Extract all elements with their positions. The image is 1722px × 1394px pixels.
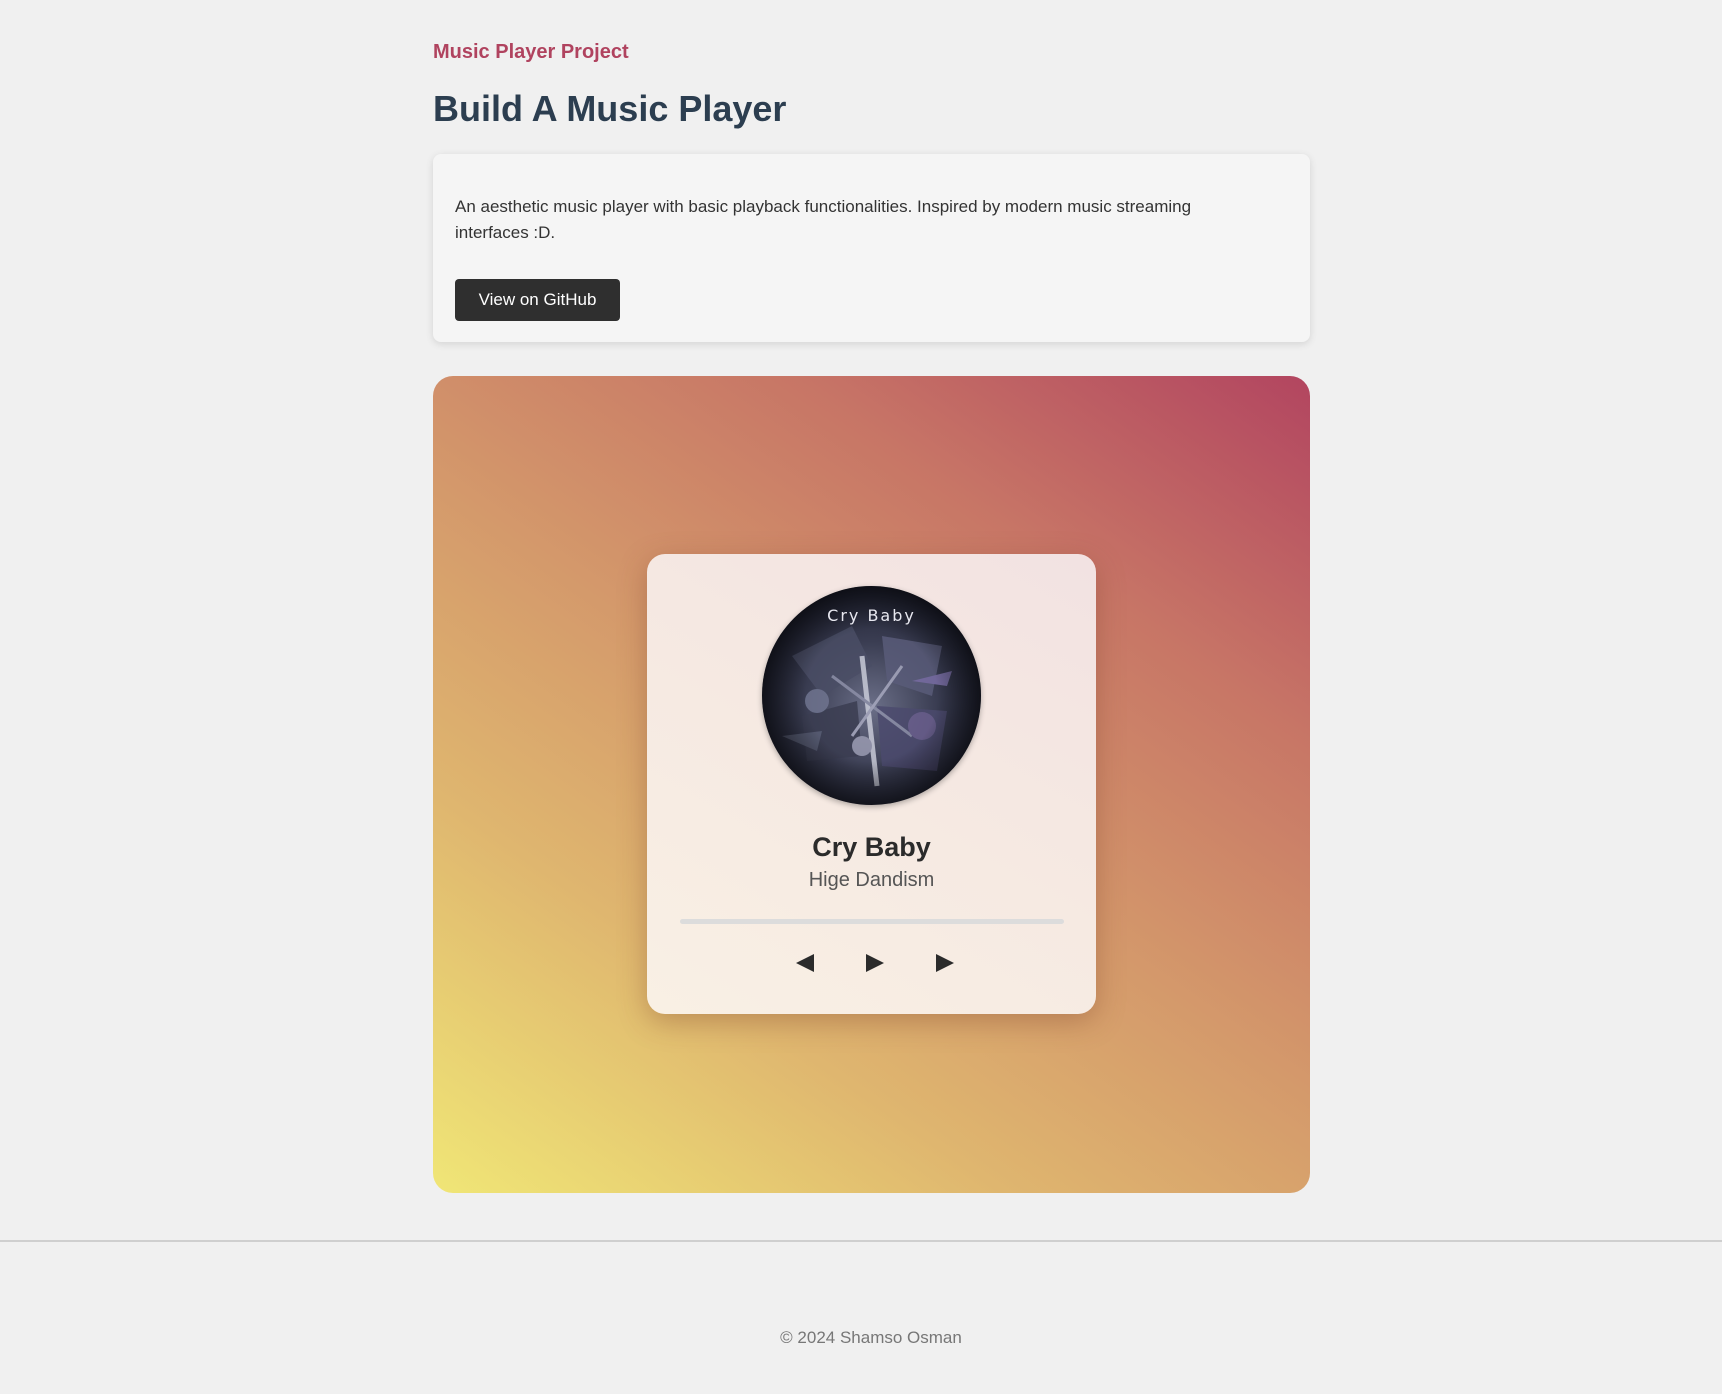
previous-button[interactable] bbox=[790, 948, 820, 978]
progress-bar[interactable] bbox=[680, 919, 1064, 924]
footer-copyright: © 2024 Shamso Osman bbox=[780, 1328, 962, 1347]
play-button[interactable] bbox=[859, 948, 889, 978]
page: Music Player Project Build A Music Playe… bbox=[0, 0, 1722, 1394]
artist-name: Hige Dandism bbox=[808, 869, 935, 891]
next-triangle-icon bbox=[936, 954, 954, 972]
play-triangle-icon bbox=[866, 954, 884, 972]
playback-controls bbox=[647, 948, 1096, 978]
view-on-github-button[interactable]: View on GitHub bbox=[455, 279, 620, 321]
player-demo-area: Cry Baby Cry Baby Hige Dandism bbox=[433, 376, 1310, 1193]
music-player-card: Cry Baby Cry Baby Hige Dandism bbox=[647, 554, 1096, 1014]
song-title: Cry Baby bbox=[812, 832, 931, 862]
project-eyebrow: Music Player Project bbox=[433, 41, 629, 63]
footer-divider bbox=[0, 1240, 1722, 1242]
previous-triangle-icon bbox=[796, 954, 814, 972]
project-description: An aesthetic music player with basic pla… bbox=[455, 197, 1192, 242]
info-card: An aesthetic music player with basic pla… bbox=[433, 154, 1310, 342]
album-art: Cry Baby bbox=[762, 586, 981, 805]
album-art-title: Cry Baby bbox=[827, 606, 916, 625]
page-title: Build A Music Player bbox=[433, 88, 787, 129]
next-button[interactable] bbox=[929, 948, 959, 978]
